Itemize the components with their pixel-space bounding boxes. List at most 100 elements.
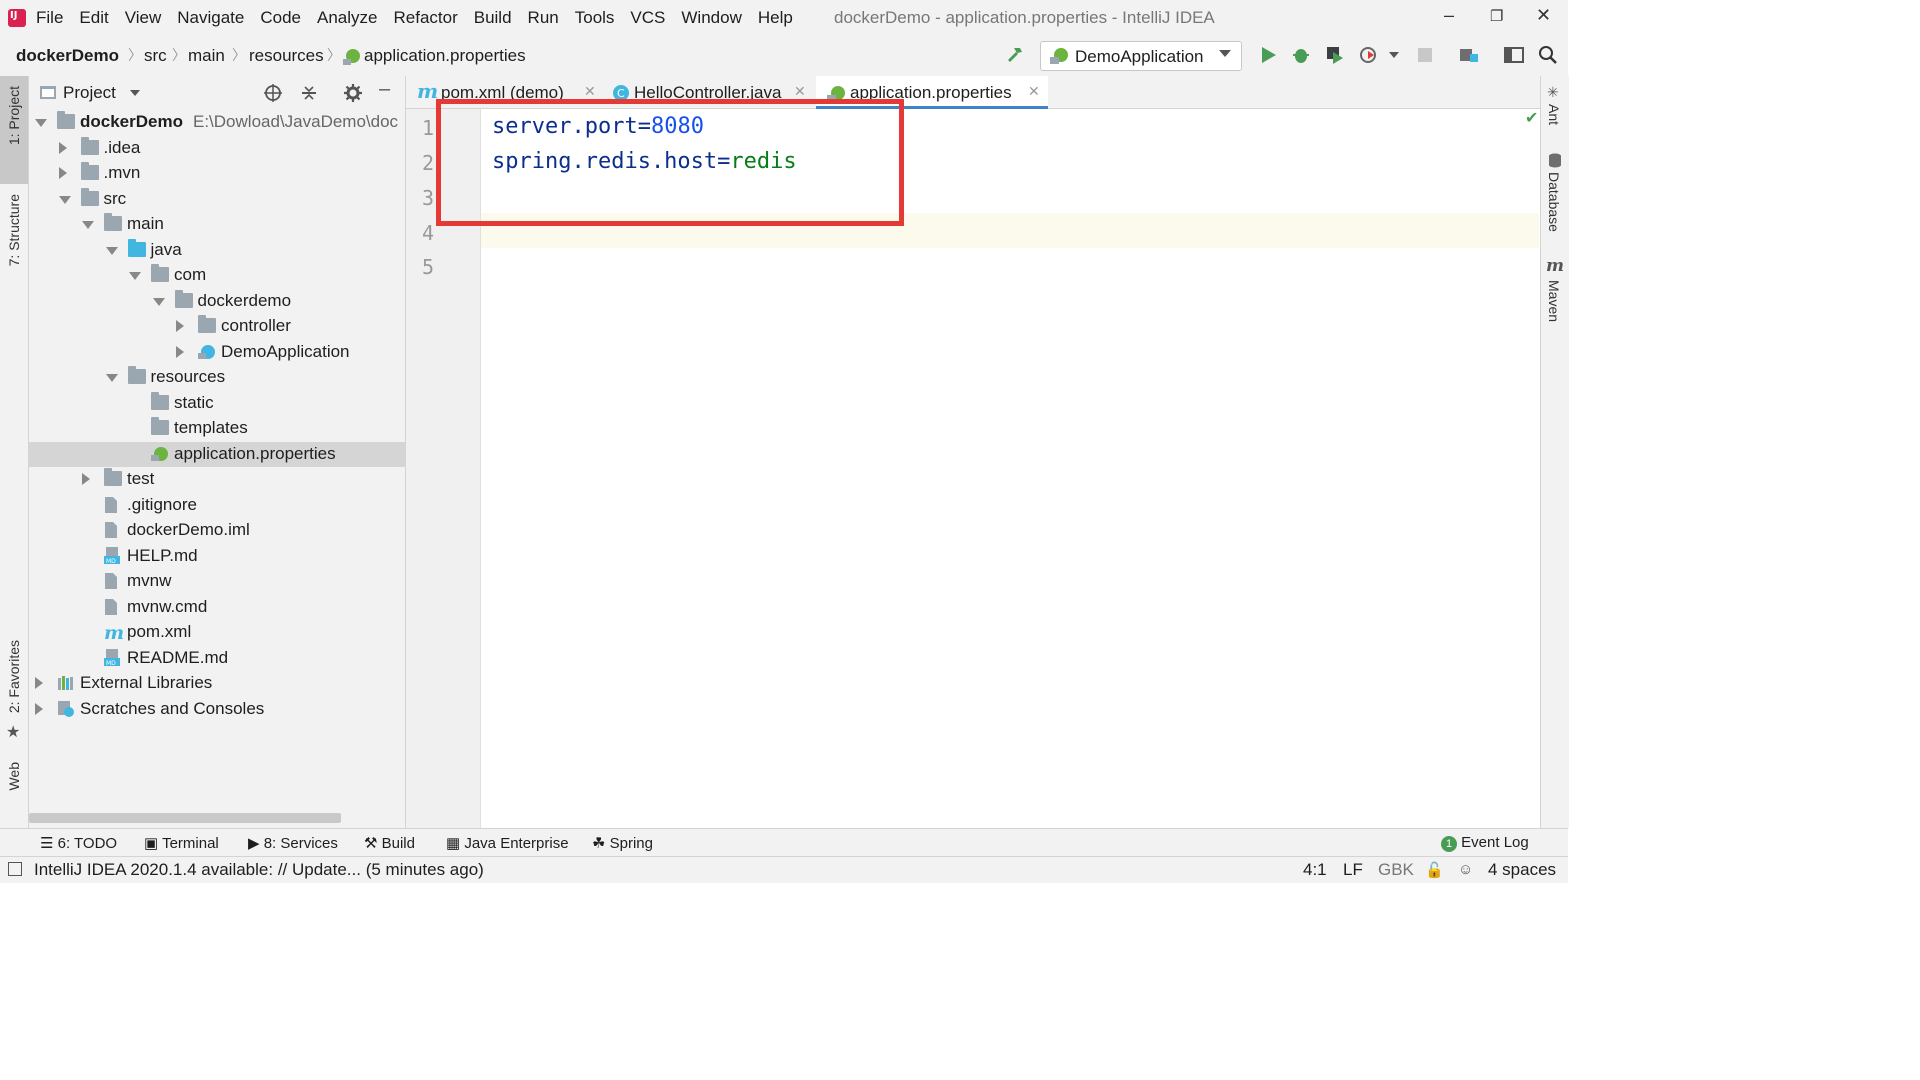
status-toggle-icon[interactable]	[8, 862, 22, 876]
inspector-icon[interactable]: ☺	[1458, 861, 1473, 878]
breadcrumb-resources[interactable]: resources	[249, 46, 324, 66]
expand-arrow-down-icon[interactable]	[35, 119, 47, 127]
menu-build[interactable]: Build	[474, 8, 512, 28]
tree-row[interactable]: MD README.md	[29, 646, 405, 671]
tree-row[interactable]: dockerdemo	[29, 289, 405, 314]
close-tab-icon[interactable]: ✕	[1028, 83, 1040, 100]
build-hammer-icon[interactable]	[1004, 44, 1026, 66]
expand-arrow-down-icon[interactable]	[82, 221, 94, 229]
profile-icon[interactable]	[1358, 44, 1380, 66]
menu-code[interactable]: Code	[260, 8, 301, 28]
breadcrumb-main[interactable]: main	[188, 46, 225, 66]
expand-arrow-down-icon[interactable]	[58, 195, 71, 204]
tool-button-spring[interactable]: ☘ Spring	[592, 834, 653, 852]
tree-row[interactable]: dockerDemo.iml	[29, 518, 405, 543]
expand-arrow-right-icon[interactable]	[176, 345, 184, 358]
expand-arrow-down-icon[interactable]	[152, 297, 165, 306]
expand-arrow-down-icon[interactable]	[129, 272, 141, 280]
stop-icon[interactable]	[1414, 44, 1436, 66]
line-separator[interactable]: LF	[1343, 860, 1363, 880]
tool-button-build[interactable]: ⚒ Build	[364, 834, 415, 852]
hide-panel-icon[interactable]: –	[379, 78, 390, 101]
tree-row[interactable]: src	[29, 187, 405, 212]
menu-refactor[interactable]: Refactor	[393, 8, 457, 28]
menu-analyze[interactable]: Analyze	[317, 8, 377, 28]
locate-file-icon[interactable]	[263, 83, 283, 103]
close-tab-icon[interactable]: ✕	[584, 83, 596, 100]
status-message[interactable]: IntelliJ IDEA 2020.1.4 available: // Upd…	[34, 860, 484, 880]
tree-row[interactable]: .mvn	[29, 161, 405, 186]
chevron-down-icon[interactable]	[1389, 52, 1399, 58]
tree-row[interactable]: application.properties	[29, 441, 405, 467]
presentation-icon[interactable]	[1503, 44, 1525, 66]
tree-row[interactable]: MD HELP.md	[29, 544, 405, 569]
menu-edit[interactable]: Edit	[79, 8, 108, 28]
gear-icon[interactable]	[343, 83, 363, 103]
caret-position[interactable]: 4:1	[1303, 860, 1327, 880]
expand-arrow-right-icon[interactable]	[58, 167, 67, 179]
menu-file[interactable]: File	[36, 8, 63, 28]
indent-setting[interactable]: 4 spaces	[1488, 860, 1556, 880]
tool-tab-web[interactable]: Web	[6, 762, 22, 791]
tree-row[interactable]: mvnw	[29, 569, 405, 594]
tree-row[interactable]: com	[29, 263, 405, 288]
run-configuration-select[interactable]: DemoApplication	[1040, 41, 1242, 71]
tool-tab-favorites[interactable]: 2: Favorites	[6, 640, 22, 713]
breadcrumb-project[interactable]: dockerDemo	[16, 46, 119, 66]
tool-tab-database[interactable]: Database	[1546, 172, 1562, 232]
debug-icon[interactable]	[1290, 44, 1312, 66]
tree-row[interactable]: m pom.xml	[29, 620, 405, 645]
menu-view[interactable]: View	[125, 8, 162, 28]
menu-run[interactable]: Run	[528, 8, 559, 28]
minimize-icon[interactable]: –	[1444, 5, 1454, 26]
collapse-all-icon[interactable]	[299, 83, 319, 103]
search-icon[interactable]	[1537, 44, 1559, 66]
coverage-icon[interactable]	[1324, 44, 1346, 66]
tree-row[interactable]: DemoApplication	[29, 340, 405, 365]
run-icon[interactable]	[1257, 44, 1279, 66]
menu-navigate[interactable]: Navigate	[177, 8, 244, 28]
tool-button-todo[interactable]: ☰ 6: TODO	[40, 834, 117, 852]
file-encoding[interactable]: GBK	[1378, 860, 1414, 880]
tree-row[interactable]: .idea	[29, 136, 405, 161]
expand-arrow-right-icon[interactable]	[82, 473, 90, 485]
menu-vcs[interactable]: VCS	[630, 8, 665, 28]
restore-icon[interactable]: ❐	[1490, 7, 1503, 25]
tool-button-services[interactable]: ▶ 8: Services	[248, 834, 338, 852]
expand-arrow-right-icon[interactable]	[176, 320, 184, 332]
tree-row[interactable]: External Libraries	[29, 671, 405, 696]
tool-button-java-enterprise[interactable]: ▦ Java Enterprise	[446, 834, 569, 852]
project-structure-icon[interactable]	[1458, 44, 1480, 66]
tool-tab-ant[interactable]: Ant	[1546, 104, 1562, 125]
menu-window[interactable]: Window	[681, 8, 741, 28]
tree-row[interactable]: resources	[29, 365, 405, 390]
tree-row[interactable]: templates	[29, 416, 405, 441]
breadcrumb-src[interactable]: src	[144, 46, 167, 66]
tree-row[interactable]: java	[29, 238, 405, 263]
tool-tab-project[interactable]: 1: Project	[0, 76, 28, 184]
menu-help[interactable]: Help	[758, 8, 793, 28]
tree-row[interactable]: static	[29, 391, 405, 416]
tree-row[interactable]: test	[29, 467, 405, 492]
project-view-selector[interactable]: Project	[63, 83, 116, 103]
expand-arrow-right-icon[interactable]	[35, 677, 43, 689]
tool-tab-maven[interactable]: Maven	[1546, 280, 1562, 322]
menu-tools[interactable]: Tools	[575, 8, 615, 28]
tree-row[interactable]: controller	[29, 314, 405, 339]
lock-icon[interactable]: 🔓	[1425, 861, 1444, 879]
tree-row[interactable]: dockerDemo E:\Dowload\JavaDemo\doc	[29, 110, 405, 135]
tree-row[interactable]: mvnw.cmd	[29, 595, 405, 620]
expand-arrow-right-icon[interactable]	[35, 702, 43, 715]
expand-arrow-right-icon[interactable]	[58, 141, 67, 154]
chevron-down-icon[interactable]	[130, 90, 140, 96]
horizontal-scrollbar[interactable]	[29, 813, 341, 823]
expand-arrow-down-icon[interactable]	[105, 374, 118, 382]
tree-row[interactable]: .gitignore	[29, 493, 405, 518]
tool-tab-structure[interactable]: 7: Structure	[6, 194, 22, 266]
tree-row[interactable]: Scratches and Consoles	[29, 697, 405, 722]
expand-arrow-down-icon[interactable]	[105, 246, 118, 255]
close-tab-icon[interactable]: ✕	[794, 83, 806, 100]
close-window-icon[interactable]: ✕	[1536, 5, 1551, 26]
tool-button-terminal[interactable]: ▣ Terminal	[144, 834, 219, 852]
tree-row[interactable]: main	[29, 212, 405, 237]
